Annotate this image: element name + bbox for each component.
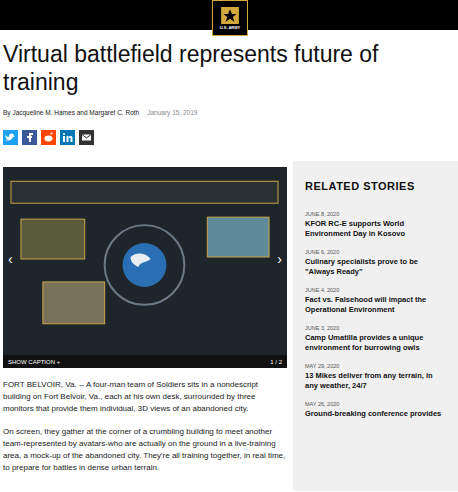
related-item[interactable]: MAY 29, 202013 Mikes deliver from any te… xyxy=(305,362,446,391)
caption-bar: SHOW CAPTION + 1 / 2 xyxy=(3,355,287,368)
related-title[interactable]: Fact vs. Falsehood will impact the Opera… xyxy=(305,295,446,315)
related-item[interactable]: JUNE 3, 2020Camp Umatilla provides a uni… xyxy=(305,324,446,353)
related-title[interactable]: Culinary specialists prove to be "Always… xyxy=(305,257,446,277)
show-caption-button[interactable]: SHOW CAPTION + xyxy=(8,358,60,366)
share-bar xyxy=(3,130,455,145)
related-title[interactable]: KFOR RC-E supports World Environment Day… xyxy=(305,219,446,239)
related-item[interactable]: JUNE 6, 2020Culinary specialists prove t… xyxy=(305,248,446,277)
related-stories: RELATED STORIES JUNE 8, 2020KFOR RC-E sup… xyxy=(293,161,458,491)
related-item[interactable]: MAY 26, 2020Ground-breaking conference p… xyxy=(305,400,446,419)
byline: By Jacqueline M. Hames and Margaret C. R… xyxy=(3,108,455,117)
related-date: MAY 26, 2020 xyxy=(305,400,446,408)
related-item[interactable]: JUNE 8, 2020KFOR RC-E supports World Env… xyxy=(305,210,446,239)
star-icon xyxy=(221,7,239,24)
twitter-icon[interactable] xyxy=(3,130,18,145)
related-date: JUNE 8, 2020 xyxy=(305,210,446,218)
related-date: JUNE 3, 2020 xyxy=(305,324,446,332)
related-title[interactable]: Camp Umatilla provides a unique environm… xyxy=(305,333,446,353)
article-title: Virtual battlefield represents future of… xyxy=(3,40,423,96)
date: January 15, 2019 xyxy=(147,108,197,117)
related-heading: RELATED STORIES xyxy=(305,179,446,193)
related-date: MAY 29, 2020 xyxy=(305,362,446,370)
author: By Jacqueline M. Hames and Margaret C. R… xyxy=(3,108,139,117)
related-date: JUNE 6, 2020 xyxy=(305,248,446,256)
related-item[interactable]: JUNE 4, 2020Fact vs. Falsehood will impa… xyxy=(305,286,446,315)
article-paragraph: FORT BELVOIR, Va. -- A four-man team of … xyxy=(3,379,287,415)
army-logo[interactable]: U.S. ARMY xyxy=(212,0,248,36)
article-body: ‹›SHOW CAPTION +1 / 2FORT BELVOIR, Va. -… xyxy=(0,161,293,491)
related-list: JUNE 8, 2020KFOR RC-E supports World Env… xyxy=(305,210,446,419)
related-title[interactable]: 13 Mikes deliver from any terrain, in an… xyxy=(305,371,446,391)
linkedin-icon[interactable] xyxy=(60,130,75,145)
article-paragraph: On screen, they gather at the corner of … xyxy=(3,426,287,474)
site-header: U.S. ARMY xyxy=(0,0,458,30)
article-header: Virtual battlefield represents future of… xyxy=(0,30,458,145)
logo-text: U.S. ARMY xyxy=(220,25,241,30)
gallery-image: ‹› xyxy=(3,167,287,355)
related-date: JUNE 4, 2020 xyxy=(305,286,446,294)
email-icon[interactable] xyxy=(79,130,94,145)
previous-button[interactable]: ‹ xyxy=(6,251,15,267)
next-button[interactable]: › xyxy=(275,251,284,267)
slide-counter: 1 / 2 xyxy=(270,358,282,366)
reddit-icon[interactable] xyxy=(41,130,56,145)
related-title[interactable]: Ground-breaking conference provides xyxy=(305,409,446,419)
facebook-icon[interactable] xyxy=(22,130,37,145)
main-content: ‹›SHOW CAPTION +1 / 2FORT BELVOIR, Va. -… xyxy=(0,161,458,491)
